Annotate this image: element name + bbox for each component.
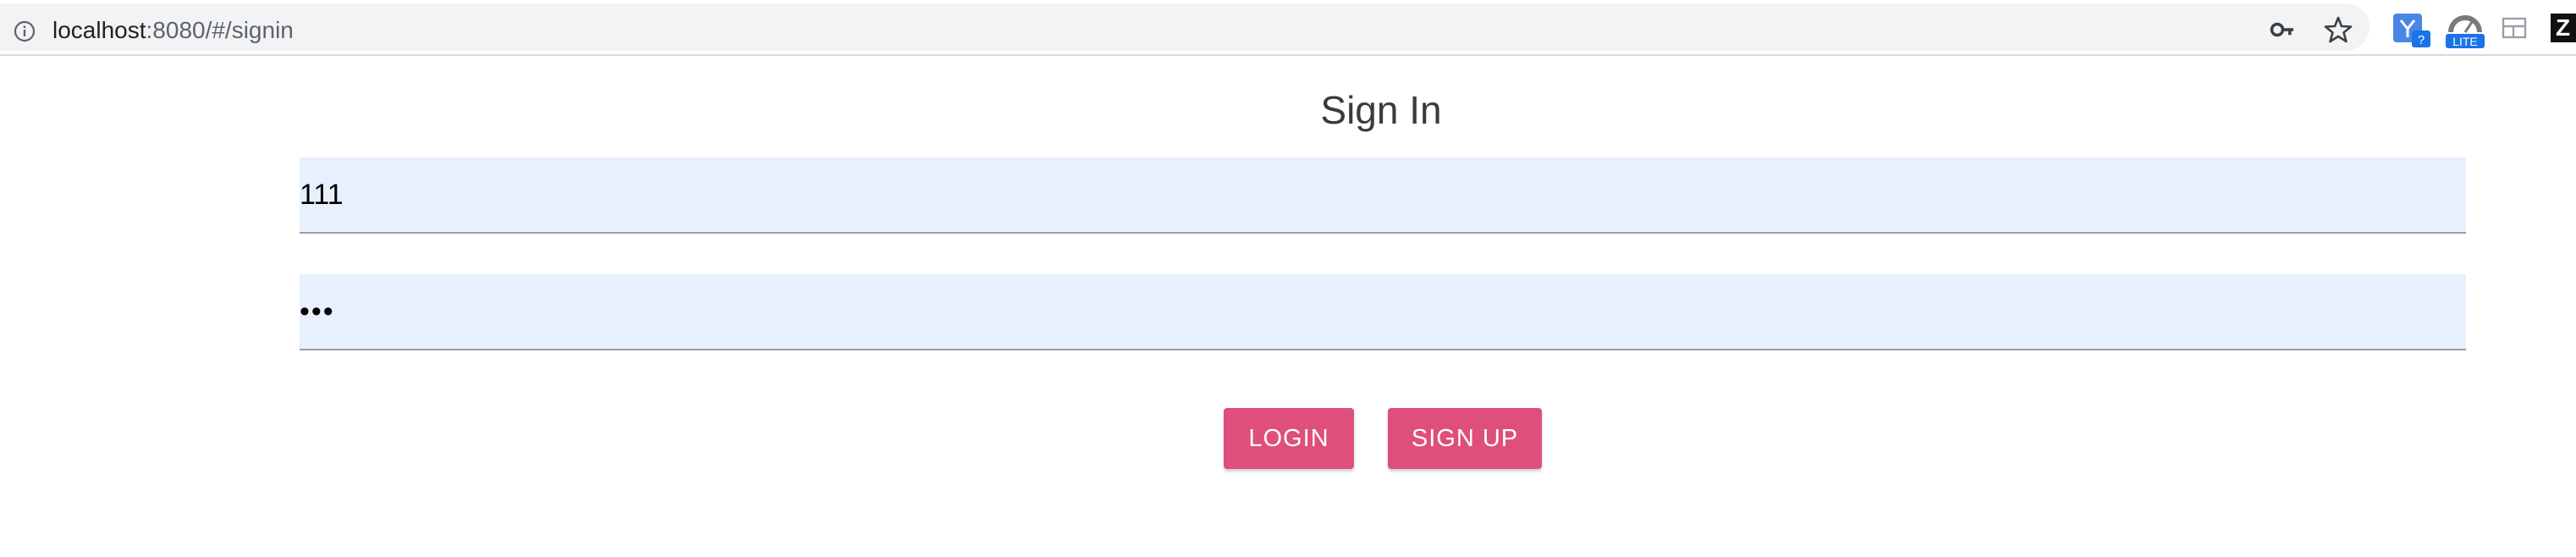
url-path: :8080/#/signin (146, 17, 294, 43)
zoom-extension-icon[interactable]: Z (2551, 14, 2576, 42)
info-icon[interactable] (14, 20, 36, 42)
browser-toolbar: localhost:8080/#/signin ? LITE Z (0, 0, 2576, 56)
login-button[interactable]: LOGIN (1224, 408, 1354, 469)
lite-extension-icon[interactable]: LITE (2442, 10, 2488, 49)
password-input[interactable] (300, 274, 2466, 350)
lite-badge: LITE (2452, 35, 2478, 48)
page-title: Sign In (1320, 88, 1442, 132)
url-host: localhost (52, 17, 146, 43)
zoom-extension-label: Z (2556, 14, 2571, 41)
tab-layout-icon[interactable] (2502, 17, 2527, 39)
url-text[interactable]: localhost:8080/#/signin (52, 16, 294, 45)
extension-badge: ? (2418, 33, 2425, 47)
extension-icon[interactable]: ? (2392, 10, 2434, 49)
username-input[interactable] (300, 157, 2466, 234)
address-bar[interactable]: localhost:8080/#/signin (0, 3, 2370, 51)
key-icon[interactable] (2268, 15, 2297, 44)
star-icon[interactable] (2324, 15, 2353, 44)
signup-button[interactable]: SIGN UP (1388, 408, 1542, 469)
